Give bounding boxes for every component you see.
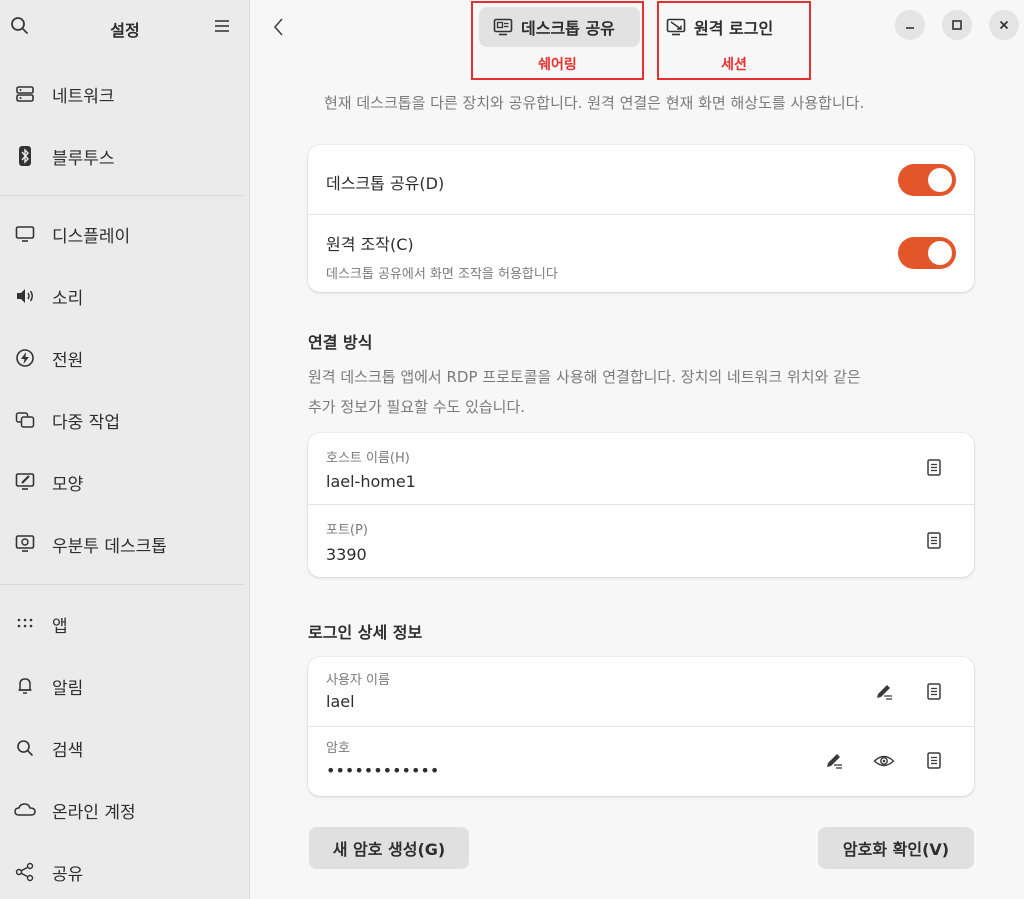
login-section-title: 로그인 상세 정보 [308,623,423,642]
remote-control-toggle[interactable] [898,237,956,269]
sidebar-header: 설정 [0,0,250,56]
hostname-value: lael-home1 [326,472,416,491]
apps-icon [14,613,36,635]
sidebar-item-search[interactable]: 검색 [0,724,250,772]
toggle-knob [928,168,952,192]
sidebar-item-label: 블루투스 [52,148,115,169]
sidebar-item-label: 디스플레이 [52,226,131,247]
sidebar-item-online-accounts[interactable]: 온라인 계정 [0,786,250,834]
connection-section-title: 연결 방식 [308,333,373,352]
search-icon [14,737,36,759]
page-description: 현재 데스크톱을 다른 장치와 공유합니다. 원격 연결은 현재 화면 해상도를… [324,94,865,112]
sidebar-item-label: 공유 [52,864,84,885]
copy-icon[interactable] [922,749,946,773]
remote-control-label: 원격 조작(C) [326,235,414,254]
sidebar: 설정 네트워크 블루투스 디스플레이 소리 전원 다중 작업 모양 우분투 데스… [0,0,250,899]
copy-icon[interactable] [922,529,946,553]
appearance-icon [14,471,36,493]
sidebar-item-label: 소리 [52,288,84,309]
back-button[interactable] [268,15,290,39]
show-password-icon[interactable] [872,749,896,773]
connection-description-line1: 원격 데스크톱 앱에서 RDP 프로토콜을 사용해 연결합니다. 장치의 네트워… [308,368,861,386]
connection-description-line2: 추가 정보가 필요할 수도 있습니다. [308,398,526,416]
copy-icon[interactable] [922,680,946,704]
maximize-icon [951,16,963,35]
desktop-sharing-toggle[interactable] [898,164,956,196]
sidebar-item-sharing[interactable]: 공유 [0,848,250,896]
generate-password-button[interactable]: 새 암호 생성(G) [309,827,469,869]
verify-encryption-button[interactable]: 암호화 확인(V) [818,827,974,869]
minimize-icon [904,16,916,35]
sidebar-item-label: 온라인 계정 [52,802,136,823]
copy-icon[interactable] [922,456,946,480]
password-row: 암호 •••••••••••• [308,727,974,796]
display-icon [14,223,36,245]
sidebar-item-label: 검색 [52,740,84,761]
online-accounts-icon [14,799,36,821]
sidebar-item-appearance[interactable]: 모양 [0,458,250,506]
ubuntu-desktop-icon [14,533,36,555]
port-value: 3390 [326,545,367,564]
hostname-row: 호스트 이름(H) lael-home1 [308,433,974,504]
edit-icon[interactable] [872,680,896,704]
username-caption: 사용자 이름 [326,673,390,688]
desktop-sharing-row[interactable]: 데스크톱 공유(D) [308,145,974,214]
port-row: 포트(P) 3390 [308,505,974,577]
sidebar-divider [0,195,243,196]
sidebar-item-label: 네트워크 [52,86,115,107]
password-value: •••••••••••• [326,761,440,780]
sidebar-item-label: 모양 [52,474,84,495]
sidebar-divider [0,584,243,585]
sidebar-item-power[interactable]: 전원 [0,334,250,382]
power-icon [14,347,36,369]
sidebar-item-display[interactable]: 디스플레이 [0,210,250,258]
close-button[interactable] [989,10,1019,40]
sidebar-item-notifications[interactable]: 알림 [0,662,250,710]
sidebar-item-apps[interactable]: 앱 [0,600,250,648]
network-icon [14,83,36,105]
sidebar-item-bluetooth[interactable]: 블루투스 [0,132,250,180]
sidebar-item-label: 다중 작업 [52,412,120,433]
connection-card: 호스트 이름(H) lael-home1 포트(P) 3390 [308,433,974,577]
sidebar-item-label: 우분투 데스크톱 [52,536,167,557]
annotation-label-sharing: 쉐어링 [538,57,577,73]
sharing-icon [14,861,36,883]
hamburger-menu-icon[interactable] [210,14,234,38]
login-card: 사용자 이름 lael 암호 •••••••••••• [308,657,974,796]
remote-control-row[interactable]: 원격 조작(C) 데스크톱 공유에서 화면 조작을 허용합니다 [308,215,974,292]
notifications-icon [14,675,36,697]
username-row: 사용자 이름 lael [308,657,974,726]
edit-icon[interactable] [822,749,846,773]
username-value: lael [326,692,355,711]
toggle-knob [928,241,952,265]
annotation-label-session: 세션 [721,57,747,73]
password-caption: 암호 [326,741,350,756]
sound-icon [14,285,36,307]
minimize-button[interactable] [895,10,925,40]
port-caption: 포트(P) [326,523,368,538]
sidebar-item-multitasking[interactable]: 다중 작업 [0,396,250,444]
sidebar-item-sound[interactable]: 소리 [0,272,250,320]
hostname-caption: 호스트 이름(H) [326,451,410,466]
desktop-sharing-label: 데스크톱 공유(D) [326,174,445,193]
toggles-card: 데스크톱 공유(D) 원격 조작(C) 데스크톱 공유에서 화면 조작을 허용합… [308,145,974,292]
close-icon [998,16,1010,35]
maximize-button[interactable] [942,10,972,40]
multitasking-icon [14,409,36,431]
sidebar-item-label: 전원 [52,350,84,371]
sidebar-item-label: 알림 [52,678,84,699]
sidebar-item-label: 앱 [52,616,68,637]
bluetooth-icon [14,145,36,167]
remote-control-subtitle: 데스크톱 공유에서 화면 조작을 허용합니다 [326,267,558,282]
sidebar-item-network[interactable]: 네트워크 [0,70,250,118]
sidebar-item-ubuntu-desktop[interactable]: 우분투 데스크톱 [0,520,250,568]
